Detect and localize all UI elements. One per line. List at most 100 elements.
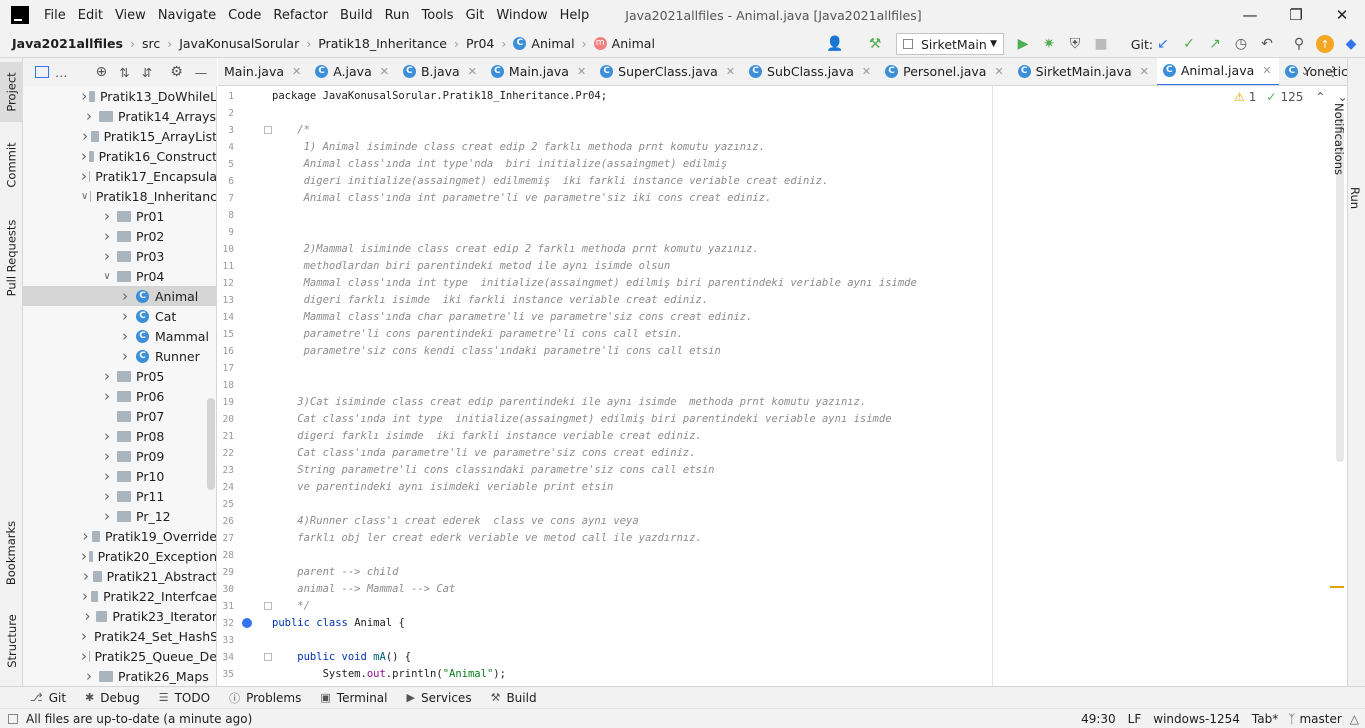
tree-item[interactable]: › Pratik22_Interfcae [23,586,216,606]
coverage-icon[interactable]: ⛨ [1066,35,1084,53]
tool-tab-structure[interactable]: Structure [0,606,23,676]
code-line[interactable]: farklı obj ler creat ederk veriable ve m… [272,530,702,547]
tabs-more-icon[interactable]: ⋮ [1324,63,1342,81]
code-line[interactable]: 2)Mammal isiminde class creat edip 2 far… [272,241,759,258]
tab-personel[interactable]: C Personel.java ✕ [879,58,1012,85]
code-line[interactable]: System.out.println("Animal"); [272,666,506,683]
chevron-right-icon[interactable]: › [99,387,115,405]
lock-icon[interactable]: △ [1350,712,1359,726]
code-line[interactable]: Cat class'ında parametre'li ve parametre… [272,445,695,462]
menu-git[interactable]: Git [460,8,491,23]
tool-tab-commit[interactable]: Commit [0,132,23,198]
bottom-tab-debug[interactable]: ✱ Debug [85,691,140,705]
tree-item[interactable]: › Pr09 [23,446,216,466]
bottom-tab-services[interactable]: ▶ Services [407,691,472,705]
caret-position[interactable]: 49:30 [1081,712,1116,726]
chevron-right-icon[interactable]: › [99,467,115,485]
code-line[interactable]: ve parentindeki aynı isimdeki veriable p… [272,479,613,496]
stop-icon[interactable]: ■ [1092,35,1110,53]
chevron-right-icon[interactable]: › [81,167,87,185]
tab-sirketmain[interactable]: C SirketMain.java ✕ [1012,58,1157,85]
tree-item[interactable]: › Pr_12 [23,506,216,526]
menu-edit[interactable]: Edit [72,8,109,23]
code-line[interactable]: 4)Runner class'ı creat ederek class ve c… [272,513,638,530]
code-line[interactable]: public class Animal { [272,615,405,632]
tabs-dropdown-icon[interactable]: ⌄ [1296,63,1314,81]
code-line[interactable]: Animal class'ında int parametre'li ve pa… [272,190,772,207]
code-line[interactable]: digeri farklı isimde iki farkli instance… [272,428,702,445]
indent-setting[interactable]: Tab* [1252,712,1278,726]
tree-item[interactable]: › Pratik23_Iterator [23,606,216,626]
tree-item[interactable]: ∨ Pratik18_Inheritanc [23,186,216,206]
code-line[interactable]: */ [272,598,310,615]
overridden-method-icon[interactable] [242,618,252,628]
tab-superclass[interactable]: C SuperClass.java ✕ [594,58,743,85]
tree-item[interactable]: › Pratik21_Abstract [23,566,216,586]
warning-marker[interactable] [1330,586,1344,588]
code-line[interactable]: Mammal class'ında int type initialize(as… [272,275,917,292]
locate-icon[interactable]: ⊕ [96,64,108,80]
breadcrumb-method[interactable]: Animal [612,36,655,51]
intellij-logo-icon[interactable] [11,6,29,24]
tool-tab-pull-requests[interactable]: Pull Requests [0,208,23,308]
breadcrumb-subpackage[interactable]: Pratik18_Inheritance [318,36,447,51]
breadcrumb-folder[interactable]: Pr04 [466,36,494,51]
chevron-right-icon[interactable]: › [81,587,89,605]
bottom-tab-todo[interactable]: ☰ TODO [159,691,210,705]
menu-file[interactable]: File [38,8,72,23]
tree-item[interactable]: › C Runner [23,346,216,366]
tab-subclass[interactable]: C SubClass.java ✕ [743,58,879,85]
tab-main[interactable]: C Main.java ✕ [485,58,594,85]
chevron-down-icon[interactable]: ∨ [81,191,88,202]
line-separator[interactable]: LF [1128,712,1142,726]
code-line[interactable]: Animal class'ında int type'nda biri init… [272,156,728,173]
tool-tab-bookmarks[interactable]: Bookmarks [0,513,23,593]
tree-item[interactable]: › Pr01 [23,206,216,226]
close-icon[interactable]: ✕ [1140,65,1149,78]
jetbrains-icon[interactable]: ◆ [1342,35,1360,53]
code-line[interactable]: methodlardan biri parentindeki metod ile… [272,258,671,275]
code-line[interactable]: public void mA() { [272,649,411,666]
tree-item[interactable]: › Pr11 [23,486,216,506]
chevron-right-icon[interactable]: › [81,87,87,105]
bottom-tab-problems[interactable]: ⓘ Problems [229,690,301,706]
next-highlight-icon[interactable]: ⌄ [1337,90,1347,104]
code-line[interactable]: 1) Animal isiminde class creat edip 2 fa… [272,139,766,156]
menu-view[interactable]: View [109,8,152,23]
code-line[interactable]: digeri initialize(assaingmet) edilmemiş … [272,173,829,190]
chevron-right-icon[interactable]: › [81,607,94,625]
code-line[interactable]: Mammal class'ında char parametre'li ve p… [272,309,753,326]
tab-main[interactable]: Main.java ✕ [218,58,309,85]
chevron-right-icon[interactable]: › [99,487,115,505]
code-line[interactable]: parent --> child [272,564,398,581]
status-message-icon[interactable] [8,713,18,724]
chevron-right-icon[interactable]: › [99,367,115,385]
breadcrumb-src[interactable]: src [142,36,160,51]
git-commit-icon[interactable]: ✓ [1180,35,1198,53]
bottom-tab-terminal[interactable]: ▣ Terminal [320,691,387,705]
tab-a[interactable]: C A.java ✕ [309,58,397,85]
tree-item[interactable]: › Pr05 [23,366,216,386]
tree-item[interactable]: › C Mammal [23,326,216,346]
menu-window[interactable]: Window [490,8,553,23]
git-push-icon[interactable]: ↗ [1206,35,1224,53]
chevron-right-icon[interactable]: › [99,207,115,225]
tree-item[interactable]: › Pr10 [23,466,216,486]
tree-item[interactable]: › Pratik24_Set_HashS [23,626,216,646]
tree-item[interactable]: › Pr03 [23,246,216,266]
minimize-icon[interactable]: — [1227,0,1273,30]
code-line[interactable]: parametre'li cons parentindeki parametre… [272,326,683,343]
build-hammer-icon[interactable]: ⚒ [866,35,884,53]
tree-item[interactable]: › Pr06 [23,386,216,406]
close-icon[interactable]: ✕ [994,65,1003,78]
chevron-right-icon[interactable]: › [81,667,97,685]
git-update-icon[interactable]: ↙ [1154,35,1172,53]
chevron-right-icon[interactable]: › [81,147,87,165]
menu-tools[interactable]: Tools [416,8,460,23]
bottom-tab-git[interactable]: ⎇ Git [30,691,66,705]
code-line[interactable]: digeri farklı isimde iki farkli instance… [272,292,709,309]
close-icon[interactable]: ✕ [862,65,871,78]
update-icon[interactable]: ↑ [1316,35,1334,53]
close-icon[interactable]: ✕ [577,65,586,78]
hide-panel-icon[interactable]: — [195,65,208,80]
